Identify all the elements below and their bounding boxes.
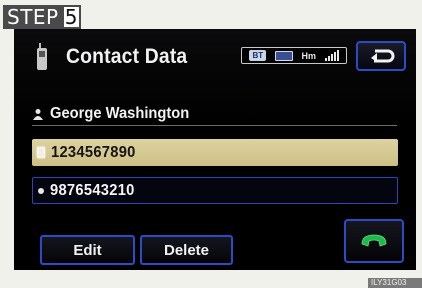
person-icon <box>33 109 43 120</box>
contact-name-row: George Washington <box>32 103 397 126</box>
phone-number-row-2[interactable]: 9876543210 <box>32 177 398 204</box>
step-badge: STEP 5 <box>3 5 81 29</box>
step-label: STEP <box>7 5 59 29</box>
home-network-label: Hm <box>301 50 317 61</box>
edit-button[interactable]: Edit <box>40 235 135 265</box>
nav-screen: Contact Data BT Hm George Washington 123… <box>14 29 416 270</box>
phone-number-row-1[interactable]: 1234567890 <box>32 139 398 166</box>
battery-icon <box>274 50 293 61</box>
figure-code: ILY31G03 <box>368 278 422 288</box>
signal-strength-icon <box>324 50 339 61</box>
page-title: Contact Data <box>66 45 188 68</box>
back-arrow-icon <box>371 49 395 63</box>
phone-status-bar: BT Hm <box>241 47 347 64</box>
bluetooth-icon: BT <box>249 50 267 61</box>
contact-name: George Washington <box>50 105 190 122</box>
back-button[interactable] <box>356 41 406 71</box>
call-button[interactable] <box>344 219 404 263</box>
mobile-phone-icon <box>37 43 47 70</box>
delete-button[interactable]: Delete <box>140 235 233 265</box>
phone-number: 1234567890 <box>51 143 136 161</box>
phone-number: 9876543210 <box>50 181 135 199</box>
phone-type-icon <box>37 147 45 158</box>
phone-handset-icon <box>361 234 387 247</box>
step-number: 5 <box>61 5 81 29</box>
phone-type-icon <box>38 187 44 194</box>
